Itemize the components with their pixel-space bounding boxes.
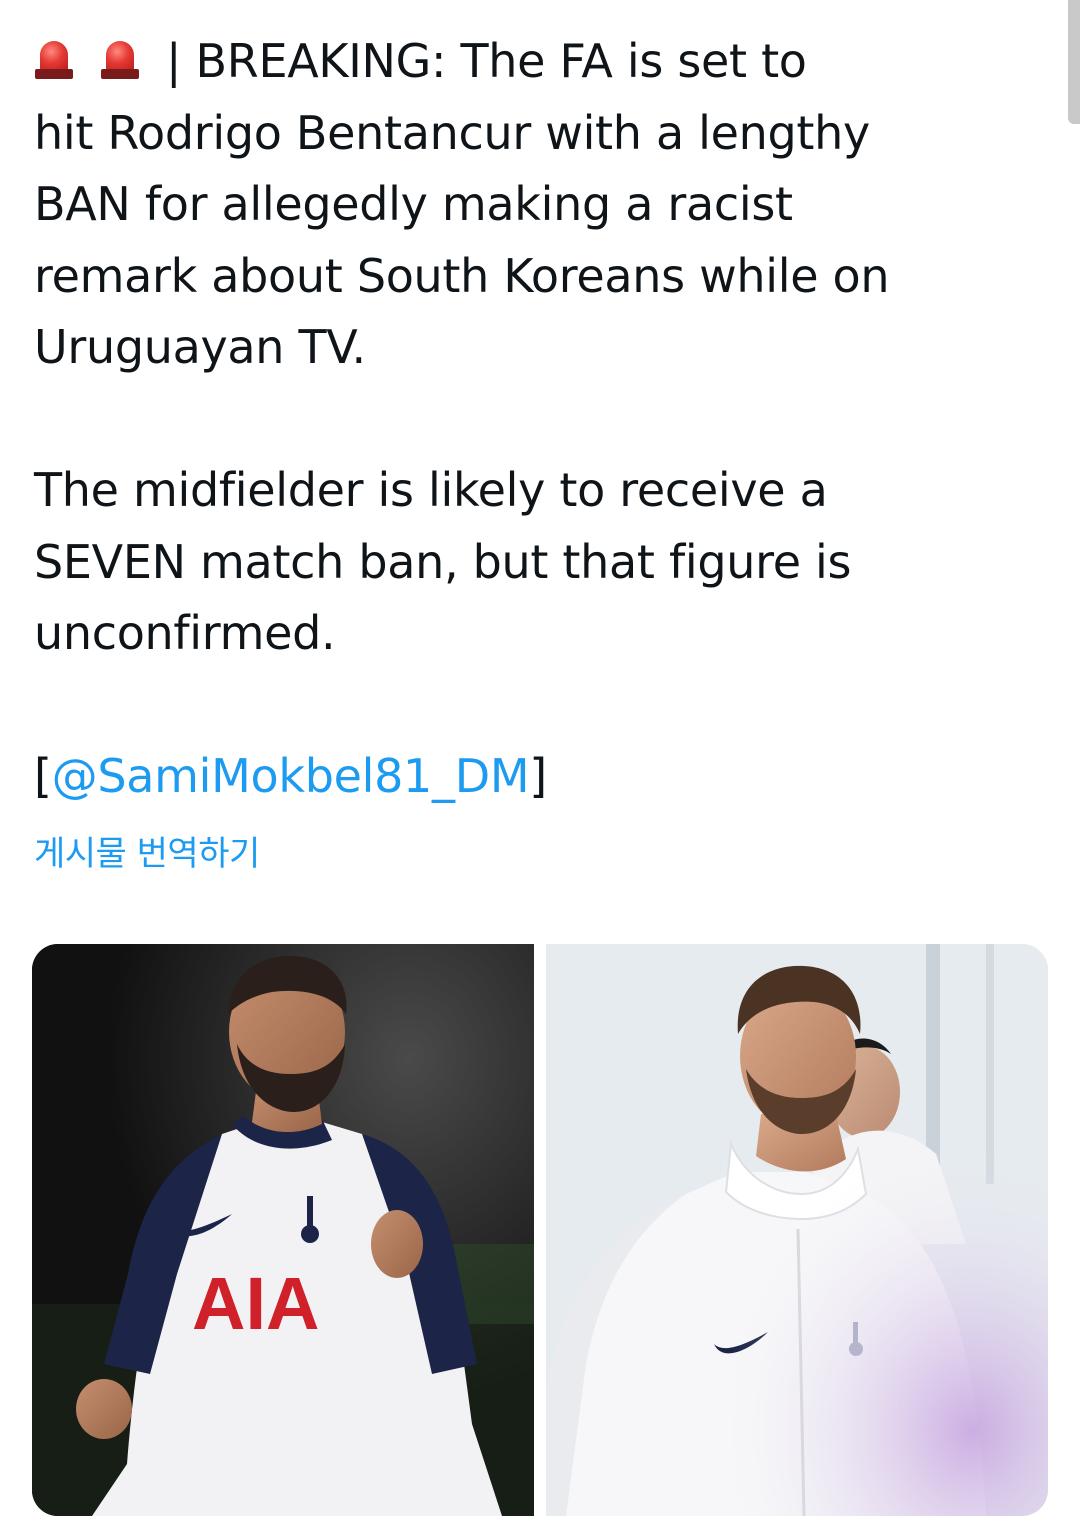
media-grid: AIA <box>32 944 1048 1516</box>
tweet-line-4: remark about South Koreans while on <box>34 248 890 303</box>
mention-link[interactable]: @SamiMokbel81_DM <box>52 749 530 803</box>
mention-close-bracket: ] <box>529 749 547 803</box>
paragraph-break <box>34 670 1034 742</box>
scrollbar-thumb[interactable] <box>1068 0 1080 124</box>
siren-icon <box>34 37 74 83</box>
tweet-line-5: Uruguayan TV. <box>34 320 366 374</box>
translate-post-link[interactable]: 게시물 번역하기 <box>34 826 260 875</box>
tweet-text: | BREAKING: The FA is set to hit Rodrigo… <box>34 26 1034 813</box>
photo-left-illustration: AIA <box>32 944 534 1516</box>
siren-icon <box>100 37 140 83</box>
tweet-line-7: SEVEN match ban, but that figure is <box>34 534 852 589</box>
photo-left[interactable]: AIA <box>32 944 534 1516</box>
mention-open-bracket: [ <box>34 749 52 803</box>
paragraph-break <box>34 384 1034 456</box>
tweet-line-2: hit Rodrigo Bentancur with a lengthy <box>34 105 870 160</box>
tweet-line-6: The midfielder is likely to receive a <box>34 463 828 517</box>
photo-right[interactable] <box>546 944 1048 1516</box>
shirt-sponsor-text: AIA <box>192 1262 319 1345</box>
photo-right-illustration <box>546 944 1048 1516</box>
tweet-line-8: unconfirmed. <box>34 606 336 660</box>
tweet-line-1: | BREAKING: The FA is set to <box>34 26 1034 98</box>
source-line: [@SamiMokbel81_DM] <box>34 741 1034 813</box>
tweet-line-text: | BREAKING: The FA is set to <box>166 34 807 88</box>
tweet-line-3: BAN for allegedly making a racist <box>34 177 793 231</box>
